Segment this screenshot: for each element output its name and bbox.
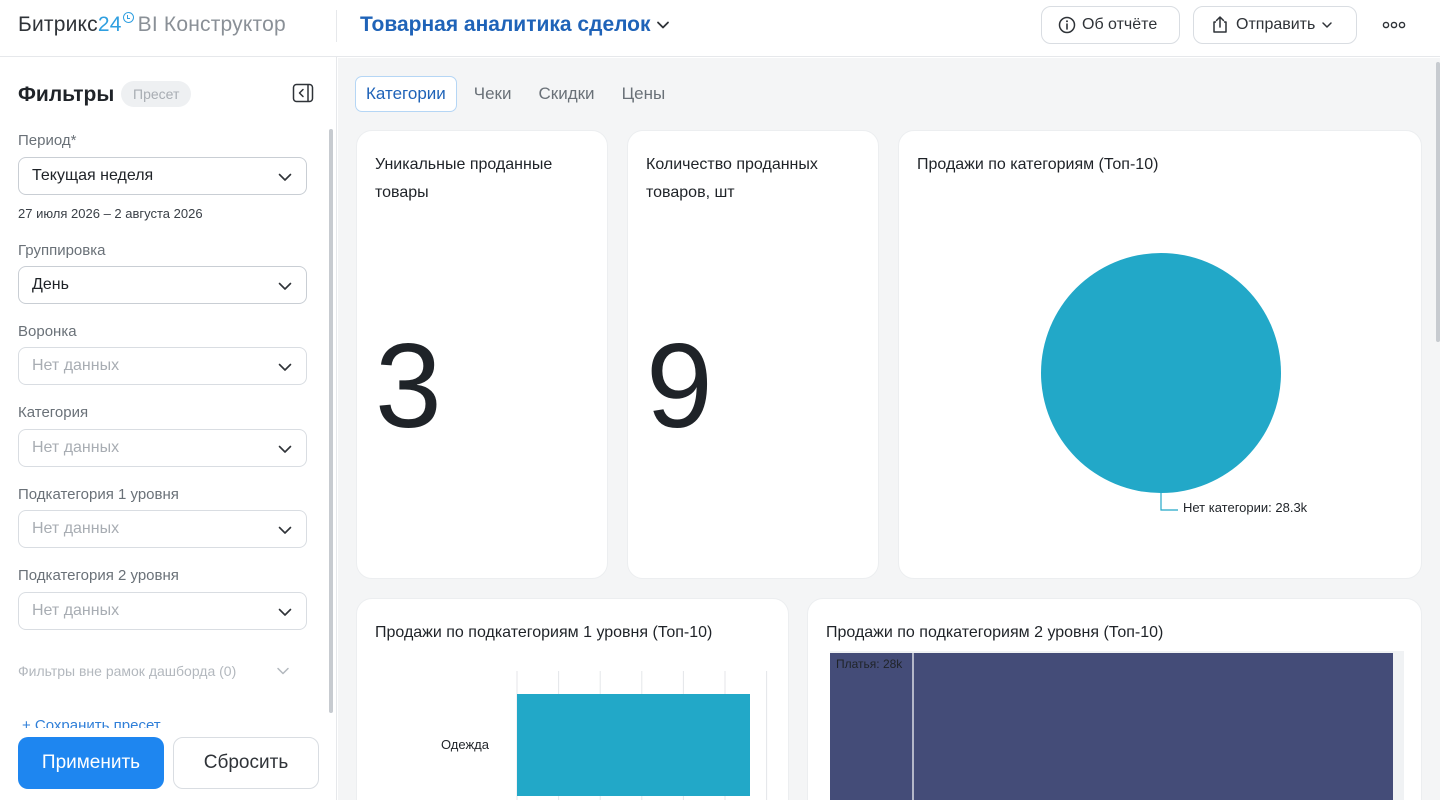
subcategory2-placeholder: Нет данных: [32, 602, 120, 619]
brand-number: 24: [97, 13, 122, 36]
main-scrollbar[interactable]: [1436, 62, 1440, 342]
filters-sidebar: Фильтры Пресет Период* Текущая неделя 27…: [0, 57, 337, 800]
header-divider: [336, 10, 337, 42]
share-icon: [1213, 16, 1227, 33]
chevron-down-icon: [278, 173, 292, 181]
period-label: Период*: [18, 132, 77, 149]
grouping-value: День: [32, 276, 69, 293]
tab-discounts[interactable]: Скидки: [528, 76, 604, 112]
bar: [517, 694, 750, 796]
reset-button[interactable]: Сбросить: [173, 737, 319, 789]
period-date-range: 27 июля 2026 – 2 августа 2026: [18, 206, 203, 221]
outside-filters-toggle[interactable]: Фильтры вне рамок дашборда (0): [18, 663, 236, 679]
pie-chart: [1041, 253, 1281, 511]
tab-receipts[interactable]: Чеки: [464, 76, 522, 112]
chevron-down-icon: [278, 363, 292, 371]
category-select[interactable]: Нет данных: [18, 429, 307, 467]
send-label: Отправить: [1236, 16, 1316, 33]
chart-card-sales-by-subcategory2: Продажи по подкатегориям 2 уровня (Топ-1…: [807, 598, 1422, 800]
period-value: Текущая неделя: [32, 167, 154, 184]
kpi-card-products-sold: Количество проданных товаров, шт 9: [627, 130, 879, 579]
subcategory1-label: Подкатегория 1 уровня: [18, 486, 179, 503]
apply-button[interactable]: Применить: [18, 737, 164, 789]
dashboard-tabs: Категории Чеки Скидки Цены: [355, 76, 682, 112]
chevron-down-icon[interactable]: [276, 664, 290, 678]
sidebar-scrollbar[interactable]: [329, 129, 333, 713]
funnel-label: Воронка: [18, 323, 77, 340]
bar-chart: [516, 671, 768, 800]
pie-label-leader: [1160, 493, 1178, 511]
treemap-tile-label: Платья: 28k: [836, 657, 903, 671]
collapse-panel-icon[interactable]: [292, 83, 314, 103]
brand-product: BI Конструктор: [137, 13, 286, 36]
pie-slice-label: Нет категории: 28.3k: [1183, 500, 1308, 515]
funnel-placeholder: Нет данных: [32, 357, 120, 374]
chevron-down-icon: [1322, 22, 1333, 28]
grouping-label: Группировка: [18, 242, 106, 259]
brand-logo[interactable]: Битрикс24 BI Конструктор: [18, 12, 286, 37]
pie-slice: [1041, 253, 1281, 493]
send-button[interactable]: Отправить: [1193, 6, 1357, 44]
kpi-value: 3: [375, 319, 442, 453]
treemap-chart: [830, 651, 1404, 800]
subcategory1-select[interactable]: Нет данных: [18, 510, 307, 548]
about-report-button[interactable]: Об отчёте: [1041, 6, 1180, 44]
subcategory2-label: Подкатегория 2 уровня: [18, 567, 179, 584]
kpi-card-unique-products: Уникальные проданные товары 3: [356, 130, 608, 579]
grouping-select[interactable]: День: [18, 266, 307, 304]
bar-category-label: Одежда: [440, 737, 489, 752]
filters-title: Фильтры: [18, 83, 115, 106]
chart-card-sales-by-subcategory1: Продажи по подкатегориям 1 уровня (Топ-1…: [356, 598, 789, 800]
save-preset-link[interactable]: + Сохранить пресет: [22, 717, 161, 728]
treemap-tile: [830, 653, 1393, 800]
kpi-value: 9: [646, 319, 713, 453]
info-icon: [1058, 16, 1076, 34]
category-label: Категория: [18, 404, 89, 421]
tab-prices[interactable]: Цены: [612, 76, 676, 112]
funnel-select[interactable]: Нет данных: [18, 347, 307, 385]
about-report-label: Об отчёте: [1082, 16, 1158, 33]
top-header: Битрикс24 BI Конструктор Товарная аналити…: [0, 0, 1440, 57]
dashboard-title[interactable]: Товарная аналитика сделок: [360, 13, 651, 37]
clock-icon: [122, 12, 134, 23]
chevron-down-icon[interactable]: [656, 18, 670, 32]
subcategory1-placeholder: Нет данных: [32, 520, 120, 537]
chart-card-sales-by-category: Продажи по категориям (Топ-10) Нет катег…: [898, 130, 1422, 579]
chevron-down-icon: [278, 526, 292, 534]
more-options-icon[interactable]: [1382, 17, 1406, 33]
category-placeholder: Нет данных: [32, 439, 120, 456]
tab-categories[interactable]: Категории: [355, 76, 457, 112]
kpi-title: Количество проданных товаров, шт: [646, 156, 818, 201]
subcategory2-select[interactable]: Нет данных: [18, 592, 307, 630]
chevron-down-icon: [278, 282, 292, 290]
preset-badge[interactable]: Пресет: [121, 81, 192, 107]
chevron-down-icon: [278, 445, 292, 453]
period-select[interactable]: Текущая неделя: [18, 157, 307, 195]
chevron-down-icon: [278, 608, 292, 616]
brand-name: Битрикс: [18, 13, 98, 36]
dashboard-area: Категории Чеки Скидки Цены Уникальные пр…: [338, 58, 1440, 800]
kpi-title: Уникальные проданные товары: [375, 156, 553, 201]
